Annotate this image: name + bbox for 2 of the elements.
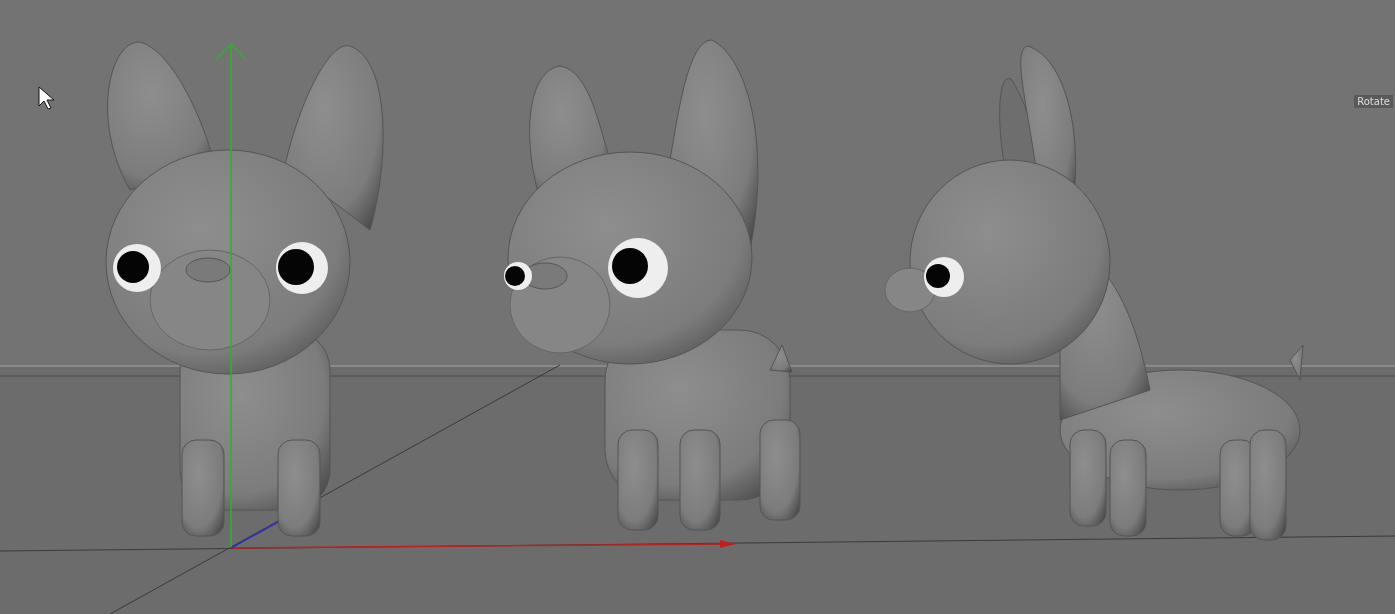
rotate-label: Rotate: [1354, 95, 1393, 108]
cursor-icon: [38, 86, 55, 110]
